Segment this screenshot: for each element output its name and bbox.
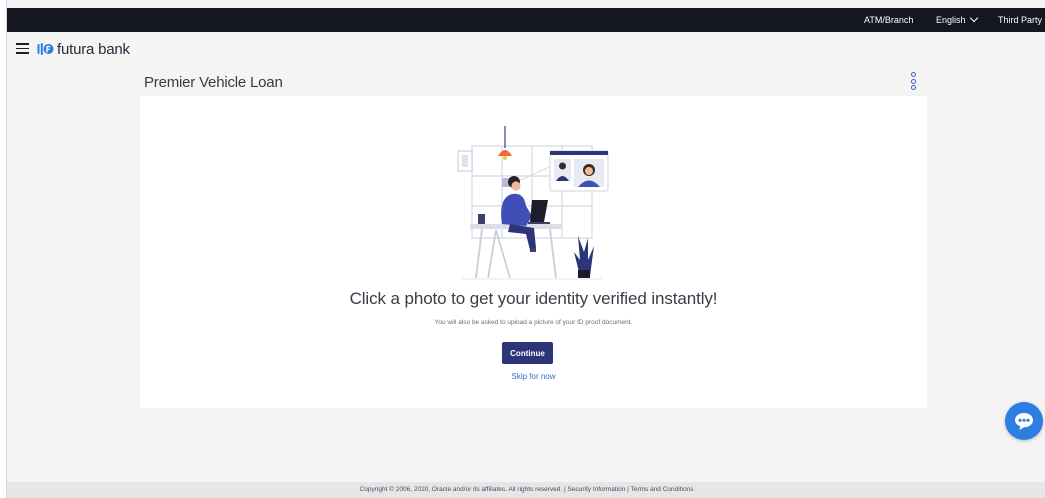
header: futura bank	[7, 32, 1045, 66]
kebab-menu-icon[interactable]	[909, 72, 917, 92]
brand-name: futura bank	[57, 40, 130, 58]
third-party-menu[interactable]: Third Party	[998, 8, 1045, 32]
page-title-bar: Premier Vehicle Loan	[140, 66, 927, 96]
footer-separator: |	[627, 486, 629, 493]
chatbot-button[interactable]	[1005, 402, 1043, 440]
continue-button[interactable]: Continue	[502, 342, 553, 364]
chevron-down-icon	[969, 13, 978, 23]
page-title: Premier Vehicle Loan	[144, 74, 283, 91]
terms-and-conditions-link[interactable]: Terms and Conditions	[631, 486, 694, 493]
top-navigation-bar: ATM/Branch English Third Party	[7, 8, 1045, 32]
atm-branch-label: ATM/Branch	[864, 15, 914, 25]
futura-bank-logo-icon	[37, 43, 54, 55]
footer-separator: |	[564, 486, 566, 493]
skip-for-now-link[interactable]: Skip for now	[140, 372, 927, 381]
verification-card: Click a photo to get your identity verif…	[140, 96, 927, 408]
chat-bubble-icon	[1015, 413, 1033, 430]
brand-logo[interactable]: futura bank	[37, 40, 130, 58]
skip-for-now-label: Skip for now	[511, 372, 556, 381]
security-information-link[interactable]: Security Information	[568, 486, 626, 493]
footer: Copyright © 2006, 2020, Oracle and/or it…	[7, 482, 1045, 498]
third-party-label: Third Party	[998, 15, 1043, 25]
app-frame: ATM/Branch English Third Party futura ba…	[6, 0, 1045, 498]
language-label: English	[936, 15, 966, 25]
language-selector[interactable]: English	[936, 8, 978, 32]
copyright-text: Copyright © 2006, 2020, Oracle and/or it…	[359, 486, 563, 493]
atm-branch-link[interactable]: ATM/Branch	[864, 8, 913, 32]
hamburger-menu-icon[interactable]	[16, 43, 29, 54]
subtext: You will also be asked to upload a pictu…	[434, 319, 633, 326]
video-call-illustration	[457, 126, 609, 280]
headline: Click a photo to get your identity verif…	[349, 289, 718, 308]
